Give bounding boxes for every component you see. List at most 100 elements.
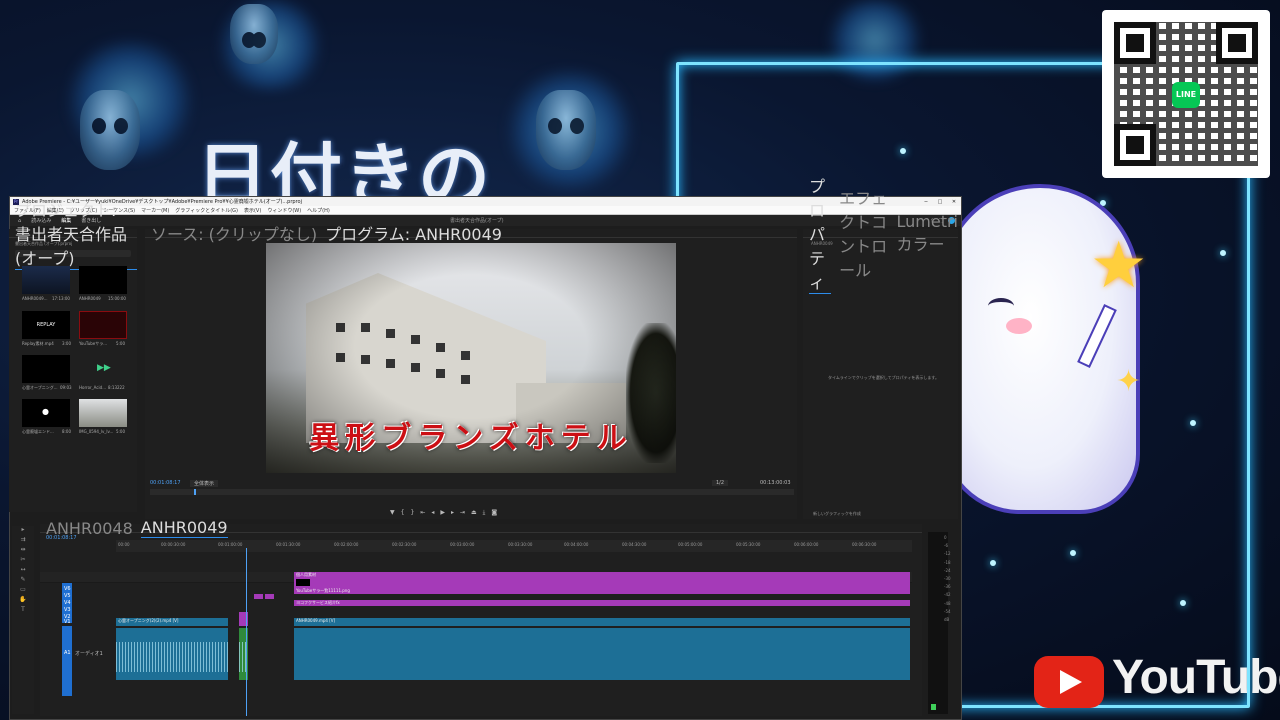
track-label-v6[interactable]: V6 [64, 586, 71, 592]
ghost-eye [988, 298, 1014, 314]
menu-window[interactable]: ウィンドウ(W) [267, 207, 301, 214]
export-frame-icon[interactable]: ◙ [491, 509, 497, 517]
menu-graphics[interactable]: グラフィックとタイトル(G) [175, 207, 238, 214]
bin-item-name: 心霊オープニング... [22, 385, 58, 390]
razor-tool-icon[interactable]: ✂ [12, 556, 34, 566]
youtube-logo-icon [1034, 656, 1104, 708]
minimize-button[interactable]: ─ [919, 199, 933, 205]
extract-icon[interactable]: ⤓ [483, 509, 486, 517]
ruler-tick: 00:05:30:00 [736, 542, 761, 547]
meter-tick: 0 [944, 535, 947, 540]
bin-item-thumbnail[interactable]: REPLAY [22, 311, 70, 339]
qr-finder [1216, 22, 1258, 64]
ruler-tick: 00:06:30:00 [852, 542, 877, 547]
go-to-out-icon[interactable]: ⇥ [460, 509, 465, 517]
add-marker-icon[interactable]: ▼ [390, 509, 395, 517]
track-label-v4[interactable]: V4 [64, 600, 71, 606]
tab-sequence-anhr0049[interactable]: ANHR0049 [140, 518, 228, 538]
properties-empty-message: タイムラインでクリップを選択してプロパティを表示します。 [828, 375, 939, 380]
lift-icon[interactable]: ⏏ [471, 509, 477, 517]
selection-tool-icon[interactable]: ▸ [12, 526, 34, 536]
rectangle-tool-icon[interactable]: ▭ [12, 586, 34, 596]
tab-properties[interactable]: プロパティ [809, 173, 832, 294]
bin-item-thumbnail[interactable] [79, 311, 127, 339]
audio-clip-intro[interactable] [116, 628, 228, 680]
clip-v5[interactable]: ヨコフクサービス紹介fx [294, 600, 910, 606]
sparkle-icon [1180, 600, 1186, 606]
clip-v5-small[interactable] [254, 594, 263, 599]
fit-dropdown[interactable]: 全体表示 [190, 480, 219, 487]
track-label-v1[interactable]: V1 [64, 619, 71, 625]
clip-v5-small[interactable] [265, 594, 274, 599]
mark-in-icon[interactable]: { [401, 509, 405, 517]
new-graphic-button[interactable]: 新しいグラフィックを作成 [813, 511, 861, 517]
menu-help[interactable]: ヘルプ(H) [307, 207, 330, 214]
bin-item-thumbnail[interactable]: ▶▶ [79, 355, 127, 383]
monitor-playhead[interactable] [194, 489, 196, 495]
step-back-icon[interactable]: ◂ [431, 509, 434, 517]
ghost-skull-icon [536, 90, 596, 170]
playback-controls: ▼ { } ⇤ ◂ ▶ ▸ ⇥ ⏏ ⤓ ◙ [390, 509, 497, 517]
slip-tool-icon[interactable]: ↔ [12, 566, 34, 576]
ruler-tick: 00:02:30:00 [392, 542, 417, 547]
source-patch-audio[interactable] [62, 626, 72, 696]
bin-item-thumbnail[interactable]: ● [22, 399, 70, 427]
bin-item-duration: 5:00 [116, 429, 125, 434]
bin-item-name: ANHR0049... [22, 296, 48, 301]
bin-item-thumbnail[interactable] [79, 399, 127, 427]
ruler-tick: 00:06:00:00 [794, 542, 819, 547]
audio-clip-main[interactable] [294, 628, 910, 680]
menu-view[interactable]: 表示(V) [244, 207, 261, 214]
resolution-dropdown[interactable]: 1/2 [712, 480, 729, 486]
play-icon[interactable]: ▶ [440, 509, 445, 517]
ruler-tick: 00:05:00:00 [678, 542, 703, 547]
program-video-frame[interactable]: 異形ブランズホテル [266, 243, 676, 473]
sparkle-icon [990, 560, 996, 566]
pen-tool-icon[interactable]: ✎ [12, 576, 34, 586]
audio-track-name: オーディオ1 [75, 651, 103, 657]
sparkle-icon [1190, 420, 1196, 426]
timeline-playhead[interactable] [246, 548, 247, 716]
monitor-scrubber[interactable] [150, 489, 794, 495]
mark-out-icon[interactable]: } [410, 509, 414, 517]
bin-item-thumbnail[interactable] [22, 355, 70, 383]
bin-item-duration: 17:13:00 [52, 296, 70, 301]
ruler-tick: 00:00:30:00 [161, 542, 186, 547]
track-label-v3[interactable]: V3 [64, 607, 71, 613]
bin-item-name: Horror_Acid... [79, 385, 107, 390]
bin-item-name: 心霊廃墟エンド... [22, 429, 54, 434]
bin-item-thumbnail[interactable] [79, 266, 127, 294]
tab-program[interactable]: プログラム: ANHR0049 [325, 221, 502, 246]
time-ruler[interactable]: 00:00 00:00:30:00 00:01:00:00 00:01:30:0… [116, 540, 912, 552]
bin-item-name: IMG_0594_lv_lv... [79, 429, 114, 434]
ripple-edit-icon[interactable]: ⇹ [12, 546, 34, 556]
ruler-tick: 00:01:30:00 [276, 542, 301, 547]
hand-tool-icon[interactable]: ✋ [12, 596, 34, 606]
tab-source[interactable]: ソース: (クリップなし) [151, 221, 317, 245]
step-forward-icon[interactable]: ▸ [451, 509, 454, 517]
tab-effect-controls[interactable]: エフェクトコントロール [839, 185, 888, 281]
bin-item-thumbnail[interactable] [22, 266, 70, 294]
clip-v1-main[interactable]: ANHR0049.mp4 [V] [294, 618, 910, 626]
tab-lumetri[interactable]: Lumetriカラー [897, 212, 959, 255]
track-label-v5[interactable]: V5 [64, 593, 71, 599]
maximize-button[interactable]: □ [933, 199, 947, 205]
track-label-a1[interactable]: A1 [64, 650, 71, 656]
type-tool-icon[interactable]: T [12, 606, 34, 616]
ruler-tick: 00:04:30:00 [622, 542, 647, 547]
play-triangle-icon [1060, 670, 1082, 694]
track-select-icon[interactable]: ⇉ [12, 536, 34, 546]
clip-v6[interactable]: YouTubeサラ一覧11111.png [294, 588, 910, 594]
meter-tick: -42 [944, 592, 951, 598]
youtube-wordmark: YouTube [1112, 651, 1280, 704]
program-timecode[interactable]: 00:01:08:17 [150, 480, 181, 486]
tab-project[interactable]: プロジェクト: 書出者天合作品 (オープ) [15, 197, 137, 270]
clip-v1-intro[interactable]: 心霊オープニング(2)(2).mp4 [V] [116, 618, 228, 626]
menu-marker[interactable]: マーカー(M) [141, 207, 169, 214]
monitor-tabs: ソース: (クリップなし) プログラム: ANHR0049 [145, 225, 797, 246]
close-button[interactable]: ✕ [947, 199, 961, 205]
window-controls: ─ □ ✕ [919, 199, 961, 205]
go-to-in-icon[interactable]: ⇤ [420, 509, 425, 517]
bin-item-duration: 8:13222 [108, 385, 125, 390]
timeline-timecode[interactable]: 00:01:08:17 [46, 535, 77, 541]
